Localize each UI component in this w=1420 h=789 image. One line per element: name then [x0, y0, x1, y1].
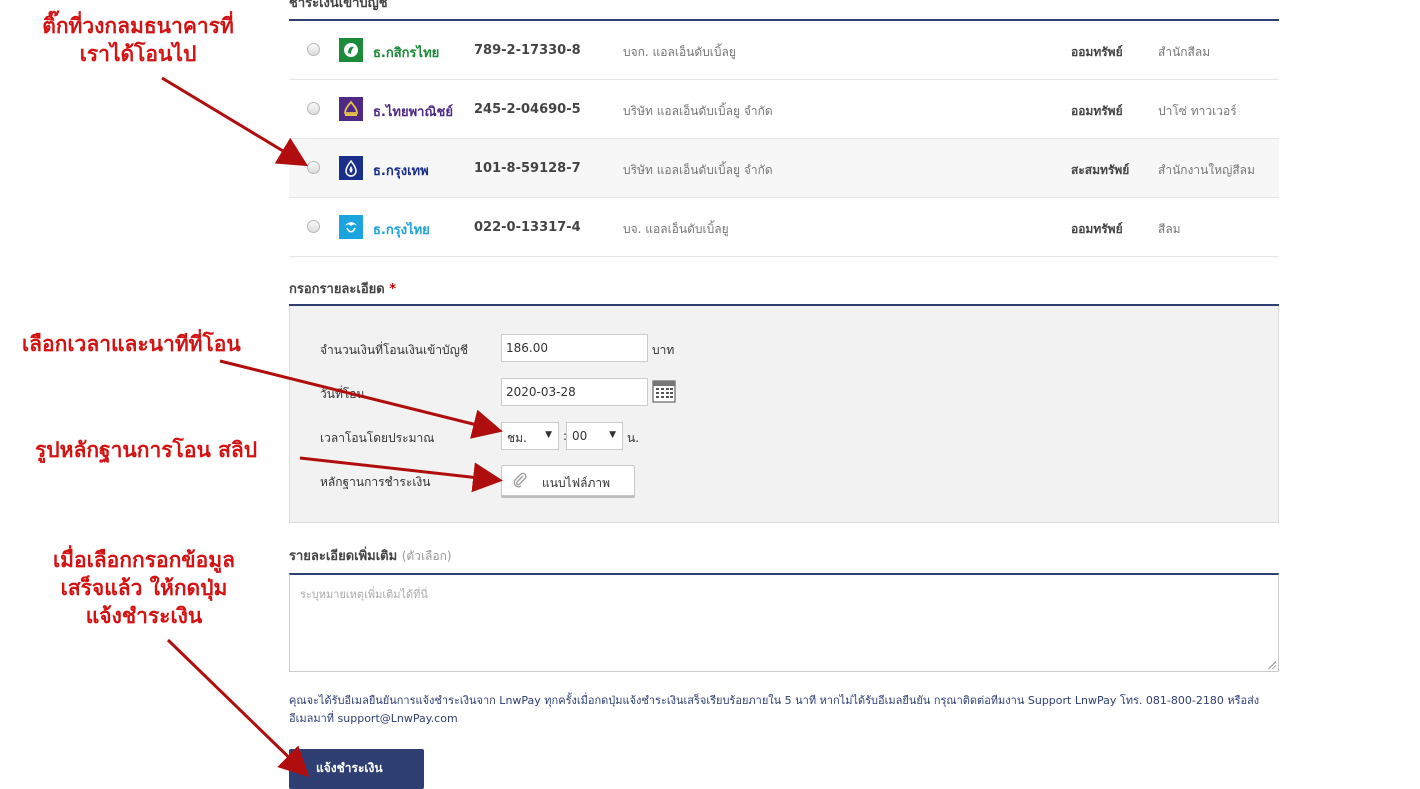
- annotation-line: เราได้โอนไป: [79, 41, 197, 66]
- annotation-arrows: [161, 76, 503, 778]
- annotation-slip: รูปหลักฐานการโอน สลิป: [35, 436, 257, 464]
- annotation-arrow-bank: [161, 76, 309, 167]
- annotation-arrow-slip: [299, 456, 503, 493]
- annotation-line: แจ้งชำระเงิน: [85, 603, 203, 628]
- annotation-line: ติ๊กที่วงกลมธนาคารที่: [42, 13, 234, 38]
- annotation-arrow-submit: [166, 638, 310, 778]
- annotation-arrow-time: [219, 359, 503, 439]
- annotation-submit: เมื่อเลือกกรอกข้อมูล เสร็จแล้ว ให้กดปุ่ม…: [24, 546, 264, 630]
- annotation-line: รูปหลักฐานการโอน สลิป: [35, 437, 258, 462]
- annotation-line: เลือกเวลาและนาทีที่โอน: [22, 331, 241, 356]
- annotation-line: เสร็จแล้ว ให้กดปุ่ม: [60, 575, 228, 600]
- annotation-select-bank: ติ๊กที่วงกลมธนาคารที่ เราได้โอนไป: [18, 12, 258, 68]
- annotation-line: เมื่อเลือกกรอกข้อมูล: [52, 547, 235, 572]
- annotation-select-time: เลือกเวลาและนาทีที่โอน: [22, 330, 241, 358]
